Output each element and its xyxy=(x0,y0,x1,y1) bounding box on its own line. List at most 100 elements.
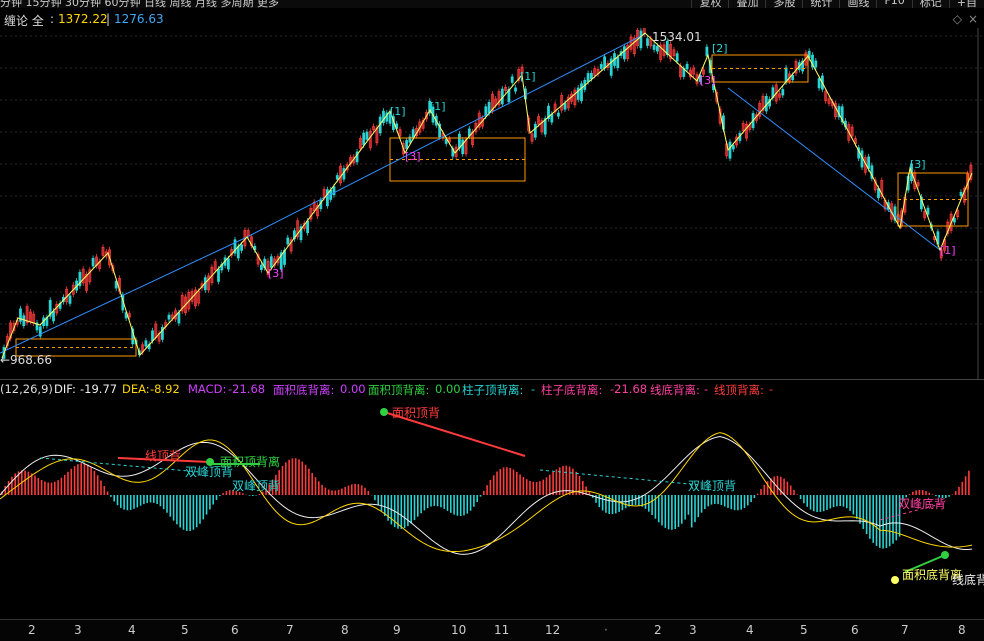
toolbar-button-overlay[interactable]: 叠加 xyxy=(728,0,765,8)
level-marker: [3] xyxy=(405,150,421,163)
candle-body xyxy=(335,175,339,180)
macd-label: MACD: xyxy=(188,382,227,396)
candle-body xyxy=(332,186,336,196)
close-icon[interactable]: × xyxy=(968,12,978,26)
area-bottom-value: 0.00 xyxy=(340,382,366,396)
candle-body xyxy=(461,139,465,155)
candle-body xyxy=(226,258,230,270)
line-top-label: 线顶背离: xyxy=(714,383,764,397)
toolbar-button-draw[interactable]: 画线 xyxy=(839,0,876,8)
toolbar-button-multi[interactable]: 多股 xyxy=(765,0,802,8)
double-top-label-2: 双峰顶背 xyxy=(232,479,280,493)
x-tick: 2 xyxy=(28,623,36,637)
macd-value: -21.68 xyxy=(228,382,266,396)
level-marker: [3] xyxy=(90,28,106,31)
level-marker: [1] xyxy=(430,100,446,113)
candle-body xyxy=(306,220,310,234)
macd-chart[interactable]: 线顶背 双峰顶背 面积顶背离 双峰顶背 面积顶背 双峰顶背 双峰底背 面积底背离… xyxy=(0,400,984,618)
dea-value: -8.92 xyxy=(150,382,180,396)
diamond-icon[interactable]: ◇ xyxy=(953,12,962,26)
candle-body xyxy=(325,189,329,207)
candle-body xyxy=(68,295,72,304)
price-chart[interactable]: [1] [3] [1] [3] [1] [2] [3] [3] [1] [3] 1534.01 9… xyxy=(0,28,984,380)
x-tick: 7 xyxy=(286,623,294,637)
candle-body xyxy=(580,83,583,102)
candle-body xyxy=(365,131,369,140)
candle-body xyxy=(781,89,785,96)
indicator-value-1: 1372.22 xyxy=(58,12,108,26)
dea-label: DEA: xyxy=(122,382,150,396)
bar-top-value: - xyxy=(531,382,536,396)
line-top-label-1: 线顶背 xyxy=(145,449,181,463)
x-tick-small: · xyxy=(604,623,608,637)
x-tick: 3 xyxy=(74,623,82,637)
line-bottom-value: - xyxy=(704,382,709,396)
candle-body xyxy=(656,45,659,52)
toolbar-button-mark[interactable]: 标记 xyxy=(911,0,949,8)
candle-body xyxy=(411,129,415,138)
candle-body xyxy=(550,113,554,123)
signal-dot xyxy=(380,408,388,416)
candle-body xyxy=(533,123,537,138)
x-tick: 6 xyxy=(851,623,859,637)
pipe: | xyxy=(106,12,111,26)
candle-body xyxy=(603,56,606,69)
level-marker: [3] xyxy=(700,74,716,87)
candle-body xyxy=(814,60,818,68)
toolbar-buttons: 复权 叠加 多股 统计 画线 F10 标记 +自 xyxy=(691,0,984,8)
double-top-label-3: 双峰顶背 xyxy=(688,479,736,493)
candle-body xyxy=(444,139,448,144)
candle-body xyxy=(52,310,55,322)
x-tick: 5 xyxy=(800,623,808,637)
x-tick: 11 xyxy=(494,623,510,637)
signal-dot xyxy=(941,551,949,559)
candle-body xyxy=(926,207,930,215)
time-axis: 2 3 4 5 6 7 8 9 10 11 12 2 3 4 5 6 7 8 · xyxy=(0,619,984,641)
candle-body xyxy=(652,44,656,50)
candle-body xyxy=(576,87,580,100)
low-price-label: 968.66 xyxy=(10,353,52,367)
level-marker: [3] xyxy=(910,158,926,171)
candle-body xyxy=(586,73,590,82)
candle-body xyxy=(405,140,409,149)
x-tick: 2 xyxy=(654,623,662,637)
candle-body xyxy=(817,78,821,89)
x-tick: 8 xyxy=(958,623,966,637)
macd-params: (12,26,9) xyxy=(0,382,53,396)
period-tabs[interactable]: 分钟 15分钟 30分钟 60分钟 日线 周线 月线 多周期 更多 xyxy=(0,0,279,8)
area-top-label-1: 面积顶背离 xyxy=(220,454,280,469)
x-tick: 4 xyxy=(746,623,754,637)
candle-body xyxy=(487,102,491,114)
indicator-name[interactable]: 缠论 全 xyxy=(4,12,44,29)
toolbar-button-f10[interactable]: F10 xyxy=(876,0,911,8)
area-top-label: 面积顶背离: xyxy=(368,383,430,397)
candle-body xyxy=(22,315,26,327)
bar-top-label: 柱子顶背离: xyxy=(462,383,524,397)
candle-body xyxy=(144,340,148,347)
x-tick: 7 xyxy=(901,623,909,637)
trend-line-up xyxy=(0,33,646,354)
area-top-value: 0.00 xyxy=(435,382,461,396)
low-arrow: ← xyxy=(0,353,10,367)
candle-body xyxy=(590,72,593,80)
candle-body xyxy=(616,56,620,69)
candle-body xyxy=(362,132,366,146)
toolbar-button-restore[interactable]: 复权 xyxy=(691,0,728,8)
candle-body xyxy=(167,314,171,320)
candle-body xyxy=(639,30,643,49)
candle-body xyxy=(784,67,788,83)
x-tick: 9 xyxy=(393,623,401,637)
toolbar-button-add[interactable]: +自 xyxy=(948,0,984,8)
candle-body xyxy=(510,76,514,83)
candle-body xyxy=(557,112,560,117)
candle-body xyxy=(240,244,244,251)
macd-info-bar: (12,26,9) DIF: -19.77 DEA: -8.92 MACD: -… xyxy=(0,380,984,398)
x-tick: 8 xyxy=(341,623,349,637)
candle-body xyxy=(731,145,735,150)
candle-body xyxy=(685,63,689,70)
bar-bottom-label: 柱子底背离: xyxy=(541,383,603,397)
toolbar-button-stats[interactable]: 统计 xyxy=(802,0,839,8)
double-bottom-label: 双峰底背 xyxy=(898,496,946,511)
indicator-value-2: 1276.63 xyxy=(114,12,164,26)
bar-bottom-value: -21.68 xyxy=(610,382,648,396)
